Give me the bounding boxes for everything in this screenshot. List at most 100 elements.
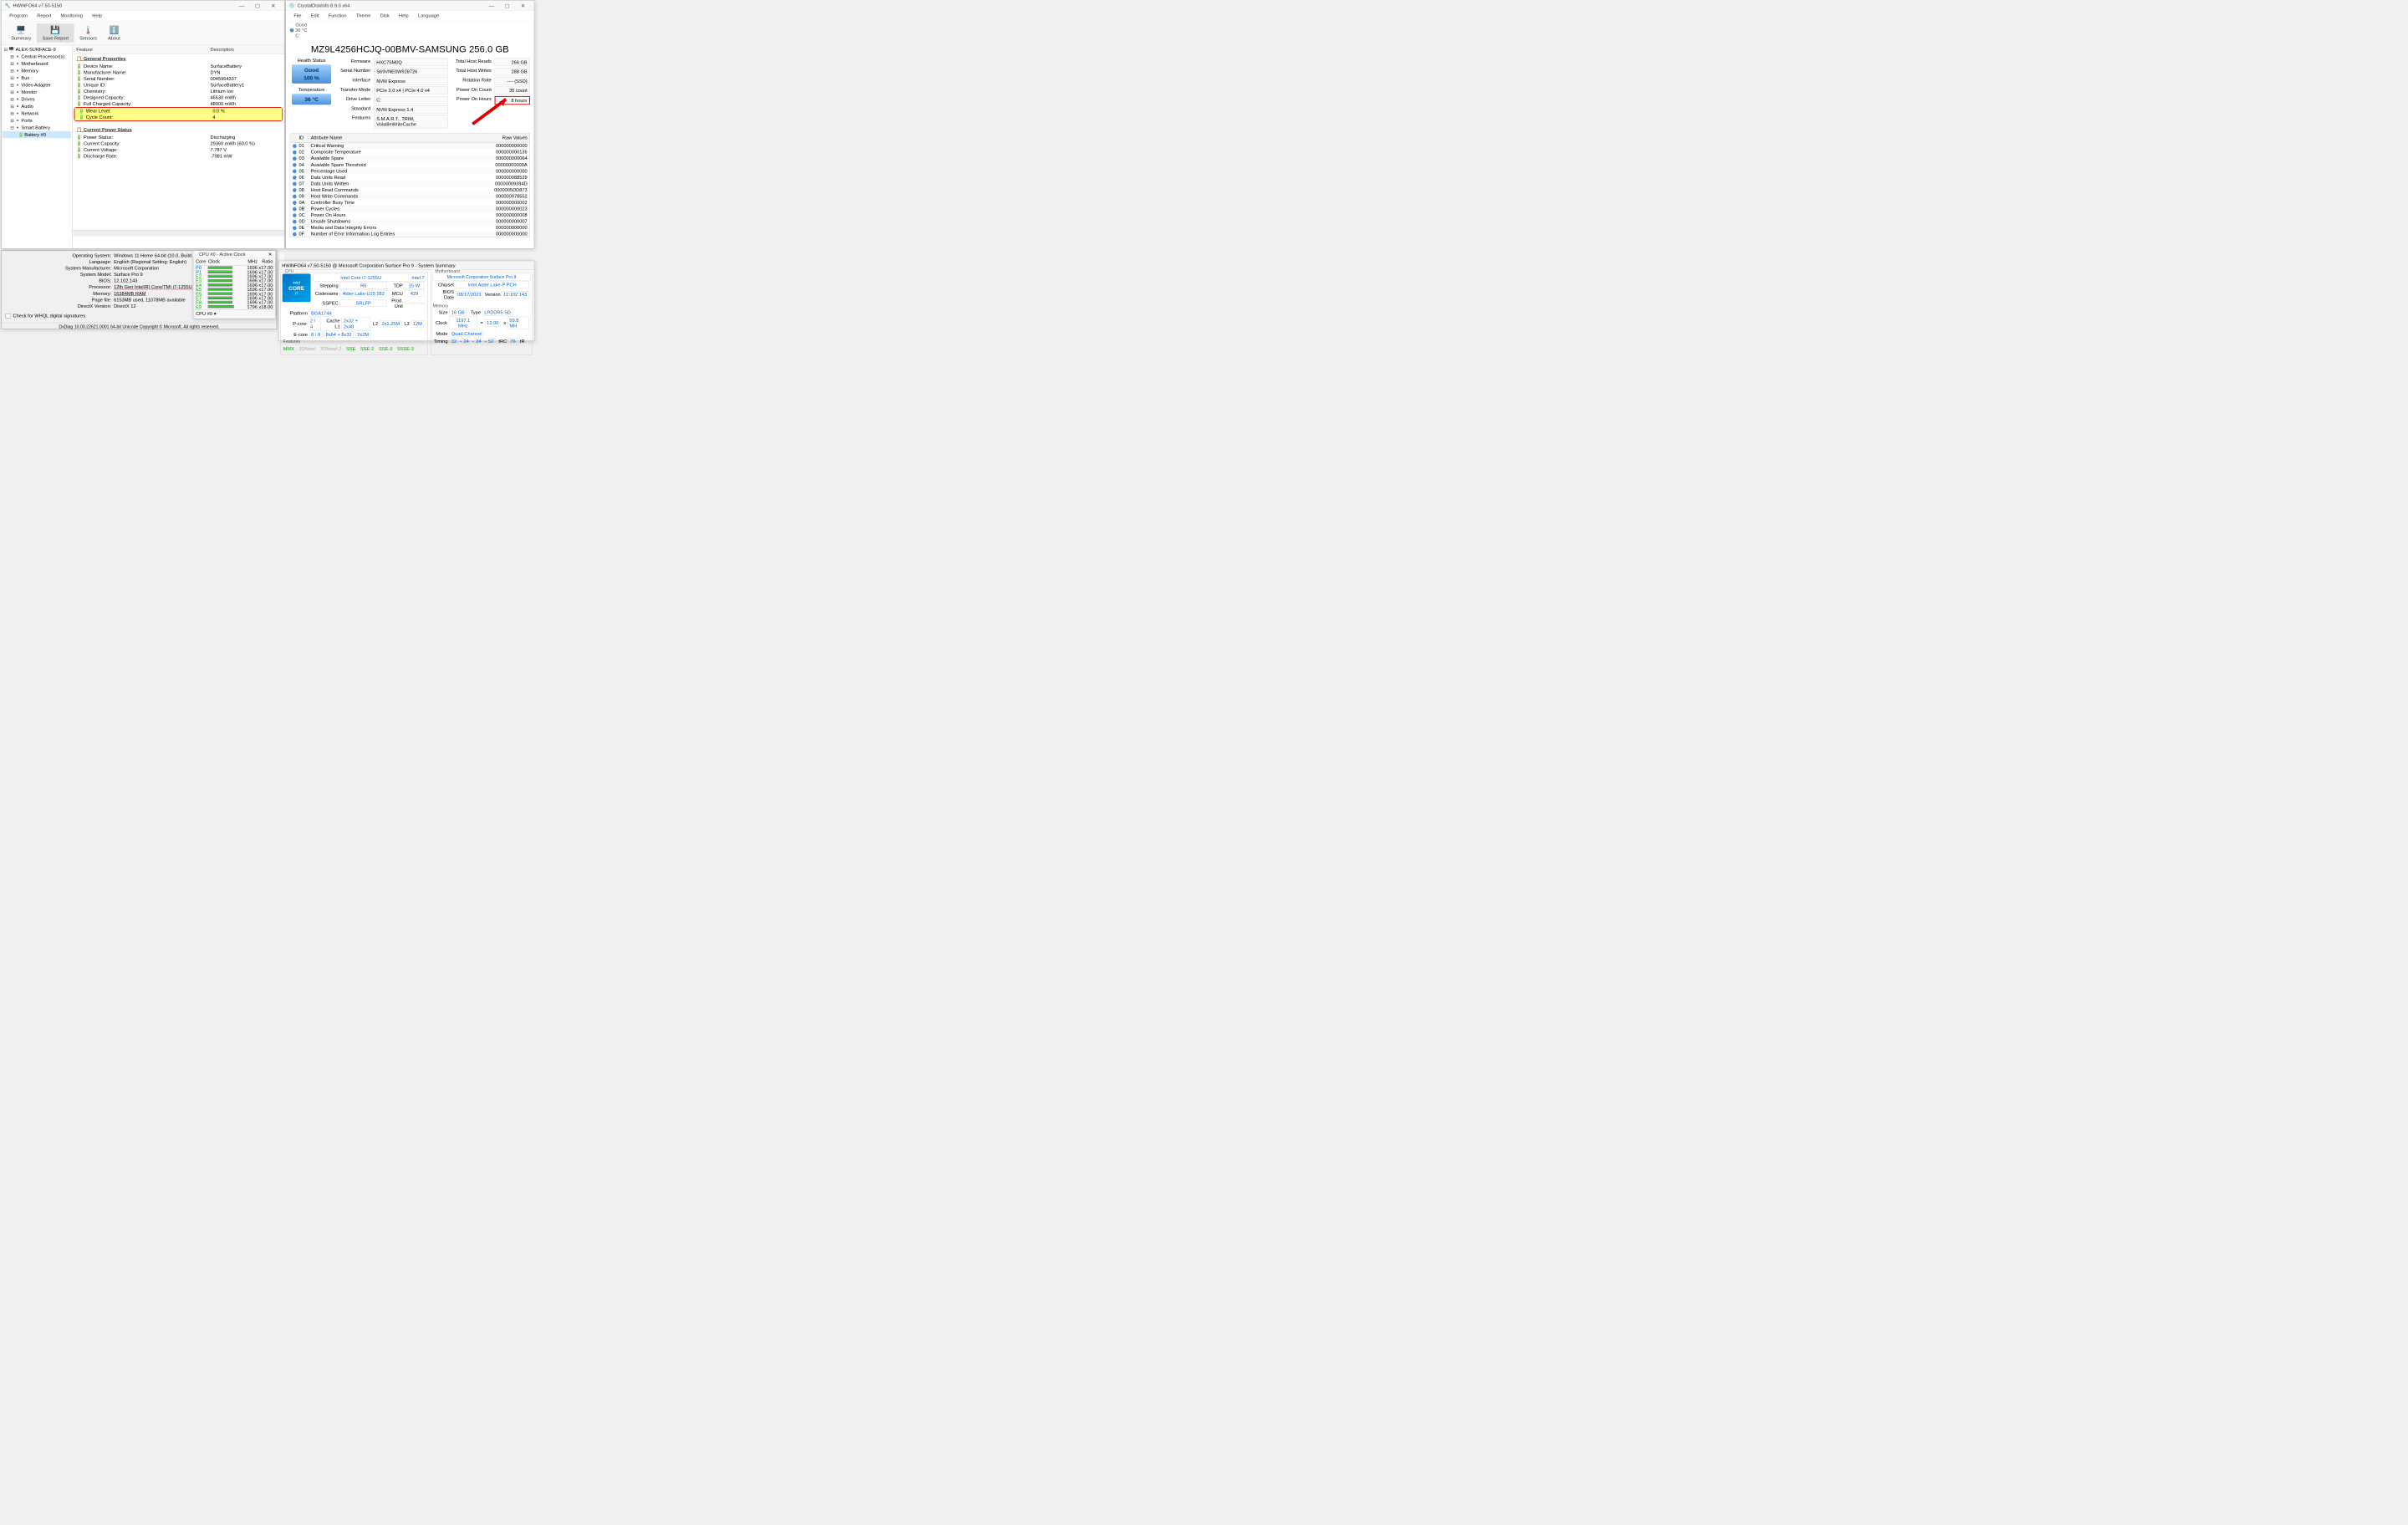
menu-edit[interactable]: Edit bbox=[306, 12, 324, 20]
smart-row[interactable]: 0AController Busy Time000000000002 bbox=[290, 199, 529, 206]
smart-row[interactable]: 07Data Units Written00000009394D bbox=[290, 181, 529, 187]
menu-function[interactable]: Function bbox=[324, 12, 351, 20]
section-general: 📋 General Properties bbox=[73, 54, 284, 63]
detail-row: 🔋 Power Status:Discharging bbox=[73, 134, 284, 140]
tree-item[interactable]: ⊞▪️Video Adapter bbox=[3, 81, 71, 88]
detail-row: 🔋 Full Charged Capacity:48900 mWh bbox=[73, 101, 284, 108]
minimize-button[interactable]: — bbox=[483, 2, 499, 9]
col-id: ID bbox=[298, 135, 310, 141]
minimize-button[interactable]: — bbox=[234, 2, 250, 9]
smart-row[interactable]: 05Percentage Used000000000000 bbox=[290, 168, 529, 175]
smart-row[interactable]: 02Composite Temperature000000000135 bbox=[290, 149, 529, 156]
tree-item[interactable]: ⊞▪️Network bbox=[3, 110, 71, 116]
smart-row[interactable]: 0EMedia and Data Integrity Errors0000000… bbox=[290, 224, 529, 231]
close-button[interactable]: ✕ bbox=[265, 2, 281, 9]
detail-row: 🔋 Current Capacity:29360 mWh (60.0 %) bbox=[73, 140, 284, 147]
tree-item[interactable]: ⊞▪️Memory bbox=[3, 68, 71, 74]
info-row: InterfaceNVM Express bbox=[336, 76, 448, 85]
toolbar-sensors[interactable]: 🌡️Sensors bbox=[74, 23, 103, 43]
status-dot-icon bbox=[293, 195, 297, 199]
status-dot-icon bbox=[293, 156, 297, 161]
close-icon[interactable]: ✕ bbox=[268, 252, 273, 258]
h-scrollbar[interactable] bbox=[73, 230, 284, 237]
tree-item[interactable]: ⊞▪️Ports bbox=[3, 117, 71, 124]
menu-help[interactable]: Help bbox=[88, 12, 107, 20]
smart-row[interactable]: 09Host Write Commands000000978552 bbox=[290, 193, 529, 200]
smart-row[interactable]: 06Data Units Read000000088529 bbox=[290, 174, 529, 181]
tree-root[interactable]: ⊟🖥️ ALEX-SURFACE-9 bbox=[3, 46, 71, 53]
status-dot-icon bbox=[293, 207, 297, 212]
status-dot-icon bbox=[293, 213, 297, 217]
drive-tab[interactable]: Good 36 °C C: bbox=[286, 21, 534, 39]
smart-row[interactable]: 0FNumber of Error Information Log Entrie… bbox=[290, 231, 529, 237]
tree-item[interactable]: ⊞▪️Bus bbox=[3, 74, 71, 81]
info-row: Transfer ModePCIe 3.0 x4 | PCIe 4.0 x4 bbox=[336, 86, 448, 95]
status-dot-icon bbox=[293, 176, 297, 180]
info-row: StandardNVM Express 1.4 bbox=[336, 105, 448, 114]
detail-row: 🔋 Serial Number:0045964337 bbox=[73, 75, 284, 82]
menu-disk[interactable]: Disk bbox=[375, 12, 394, 20]
menu-monitoring[interactable]: Monitoring bbox=[56, 12, 88, 20]
hwinfo-title: HWiNFO64 v7.50-5150 bbox=[13, 3, 234, 8]
maximize-button[interactable]: ▢ bbox=[499, 2, 515, 9]
temp-badge: 36 °C bbox=[292, 94, 331, 105]
menu-report[interactable]: Report bbox=[33, 12, 56, 20]
tree-item[interactable]: ⊞▪️Central Processor(s) bbox=[3, 54, 71, 60]
maximize-button[interactable]: ▢ bbox=[250, 2, 266, 9]
smart-table: ID Attribute Name Raw Values 01Critical … bbox=[290, 133, 530, 237]
col-description: Description bbox=[211, 47, 234, 53]
smart-row[interactable]: 04Available Spare Threshold00000000000A bbox=[290, 161, 529, 168]
menu-help[interactable]: Help bbox=[394, 12, 413, 20]
menu-theme[interactable]: Theme bbox=[351, 12, 375, 20]
drive-name: MZ9L4256HCJQ-00BMV-SAMSUNG 256.0 GB bbox=[286, 39, 534, 58]
info-row: Power On Count35 count bbox=[452, 86, 530, 95]
toolbar-about[interactable]: ℹ️About bbox=[102, 23, 125, 43]
ss-row: Size16 GBTypeLPDDR5 SD bbox=[433, 309, 531, 316]
detail-row: 🔋 Chemistry:Lithium Ion bbox=[73, 89, 284, 95]
smart-row[interactable]: 03Available Spare000000000064 bbox=[290, 156, 529, 162]
close-button[interactable]: ✕ bbox=[515, 2, 531, 9]
hwinfo-menubar: ProgramReportMonitoringHelp bbox=[2, 11, 284, 22]
smart-row[interactable]: 0DUnsafe Shutdowns000000000007 bbox=[290, 218, 529, 225]
section-power: 📋 Current Power Status bbox=[73, 125, 284, 134]
cdi-icon: 💿 bbox=[289, 3, 295, 8]
tree-item[interactable]: ⊞▪️Monitor bbox=[3, 89, 71, 95]
cdi-title: CrystalDiskInfo 8.9.0 x64 bbox=[298, 3, 484, 8]
smart-row[interactable]: 0BPower Cycles000000000023 bbox=[290, 206, 529, 212]
toolbar-save-report[interactable]: 💾Save Report bbox=[37, 23, 74, 43]
cpu-selector[interactable]: CPU #0 ▾ bbox=[193, 309, 275, 317]
cdi-titlebar[interactable]: 💿 CrystalDiskInfo 8.9.0 x64 — ▢ ✕ bbox=[286, 0, 534, 10]
status-dot-icon bbox=[293, 144, 297, 148]
smart-row[interactable]: 0CPower On Hours000000000008 bbox=[290, 212, 529, 218]
menu-program[interactable]: Program bbox=[5, 12, 33, 20]
ss-row: ChipsetIntel Alder Lake-P PCH bbox=[433, 281, 531, 288]
status-dot-icon bbox=[293, 188, 297, 192]
status-dot-icon bbox=[293, 226, 297, 230]
tree-item[interactable]: ⊞▪️Motherboard bbox=[3, 60, 71, 67]
ss-row: ModeQuad-Channel bbox=[433, 329, 531, 337]
tree-item[interactable]: ⊞▪️Drives bbox=[3, 95, 71, 102]
status-dot-icon bbox=[293, 170, 297, 174]
tree-item[interactable]: ⊞▪️Audio bbox=[3, 103, 71, 110]
status-dot-icon bbox=[293, 163, 297, 167]
device-tree[interactable]: ⊟🖥️ ALEX-SURFACE-9⊞▪️Central Processor(s… bbox=[2, 45, 73, 252]
smart-row[interactable]: 01Critical Warning000000000000 bbox=[290, 143, 529, 150]
ss-row: Clock1197.1 MHz=12.00x99.8 MH bbox=[433, 316, 531, 329]
menu-language[interactable]: Language bbox=[413, 12, 443, 20]
cc-titlebar[interactable]: CPU #0 - Active Clock ✕ bbox=[193, 251, 275, 258]
info-row: FeaturesS.M.A.R.T., TRIM, VolatileWriteC… bbox=[336, 115, 448, 130]
ss-row: BIOS Date08/17/2023Version12.102.143 bbox=[433, 288, 531, 300]
menu-file[interactable]: File bbox=[289, 12, 306, 20]
tree-selected-battery[interactable]: 🔋Battery #0 bbox=[3, 131, 71, 138]
tree-item[interactable]: ⊟▪️Smart Battery bbox=[3, 124, 71, 130]
info-row: Drive LetterC: bbox=[336, 95, 448, 105]
smart-row[interactable]: 08Host Read Commands0000005DD873 bbox=[290, 186, 529, 193]
mb-name: Microsoft Corporation Surface Pro 9 bbox=[433, 273, 531, 280]
hwinfo-toolbar: 🖥️Summary💾Save Report🌡️Sensorsℹ️About bbox=[2, 21, 284, 45]
hwinfo-titlebar[interactable]: 🔧 HWiNFO64 v7.50-5150 — ▢ ✕ bbox=[2, 0, 284, 10]
info-row: Total Host Reads266 GB bbox=[452, 58, 530, 67]
whql-check-input[interactable] bbox=[6, 314, 11, 319]
info-row: FirmwareHXC75M0Q bbox=[336, 58, 448, 67]
toolbar-summary[interactable]: 🖥️Summary bbox=[6, 23, 37, 43]
detail-row: 🔋 Designed Capacity:46530 mWh bbox=[73, 94, 284, 101]
